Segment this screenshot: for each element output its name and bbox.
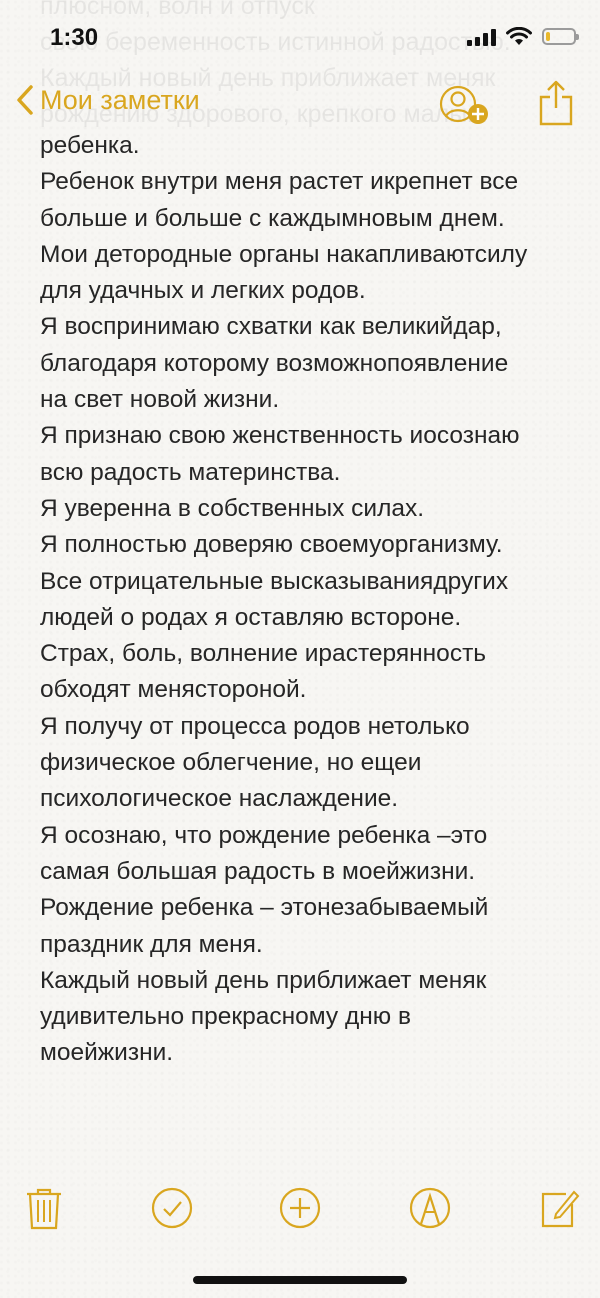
note-line: ребенка. xyxy=(40,132,140,159)
note-line: Я воспринимаю схватки как великийдар, xyxy=(40,313,502,341)
chevron-left-icon xyxy=(17,85,33,115)
note-line: Ребенок внутри меня растет икрепнет все xyxy=(40,168,519,196)
note-line: Я признаю свою женственность иосознаю xyxy=(40,422,520,450)
back-button[interactable]: Мои заметки xyxy=(16,84,200,116)
note-line: Мои детородные органы накапливаютсилу xyxy=(40,240,528,268)
note-line: Я полностью доверяю своемуорганизму. xyxy=(40,531,503,559)
wifi-icon xyxy=(506,27,532,45)
note-line: Я уверенна в собственных силах. xyxy=(40,494,425,522)
compose-icon[interactable] xyxy=(538,1186,582,1230)
note-line: удивительно прекрасному дню в xyxy=(40,1003,411,1031)
note-line: Все отрицательные высказываниядругих xyxy=(40,567,509,595)
note-line: благодаря которому возможнопоявление xyxy=(40,349,509,377)
note-line: Я получу от процесса родов нетолько xyxy=(40,712,470,740)
home-indicator[interactable] xyxy=(193,1276,407,1284)
note-line: Страх, боль, волнение ирастерянность xyxy=(40,640,487,668)
trash-icon[interactable] xyxy=(22,1186,66,1230)
note-line: больше и больше с каждымновым днем. xyxy=(40,204,505,232)
status-icons xyxy=(467,27,579,46)
note-line: Каждый новый день приближает меняк xyxy=(40,966,487,994)
note-line: самая большая радость в моейжизни. xyxy=(40,857,476,885)
note-line: на свет новой жизни. xyxy=(40,386,280,414)
checkmark-circle-icon[interactable] xyxy=(150,1186,194,1230)
plus-circle-icon[interactable] xyxy=(278,1186,322,1230)
note-line: людей о родах я оставляю всторонe. xyxy=(40,603,462,631)
note-line: физическое облегчение, но ещеи xyxy=(40,749,422,777)
pen-circle-icon[interactable] xyxy=(408,1186,452,1230)
back-button-label: Мои заметки xyxy=(40,84,200,115)
navigation-bar: Мои заметки xyxy=(0,72,600,134)
battery-icon xyxy=(542,28,579,45)
share-icon[interactable] xyxy=(536,80,576,126)
note-line: всю радость материнства. xyxy=(40,458,341,486)
add-person-icon[interactable] xyxy=(438,84,492,128)
cellular-signal-icon xyxy=(467,28,496,46)
status-bar: 1:30 xyxy=(0,0,600,72)
note-line: обходят менясторoной. xyxy=(40,676,307,704)
status-time: 1:30 xyxy=(50,24,99,51)
note-text[interactable]: ребенка. Ребенок внутри меня растет икре… xyxy=(40,128,580,1072)
note-line: моейжизни. xyxy=(40,1039,174,1067)
note-line: психологическое наслаждение. xyxy=(40,785,399,813)
note-line: Рождение ребенка – этонезабываемый xyxy=(40,894,489,922)
note-line: Я осознаю, что рождение ребенка –это xyxy=(40,821,488,849)
note-line: праздник для меня. xyxy=(40,930,263,958)
bottom-toolbar xyxy=(0,1180,600,1240)
note-line: для удачных и легких родов. xyxy=(40,277,366,305)
